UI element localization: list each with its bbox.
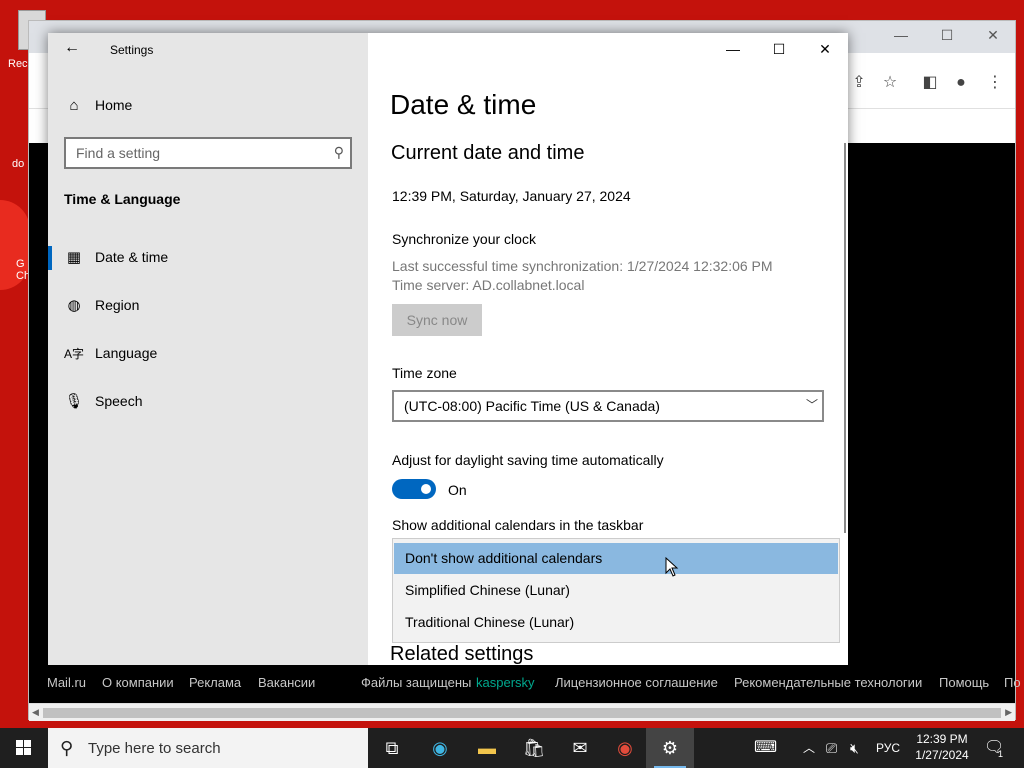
sync-clock-heading: Synchronize your clock	[392, 231, 536, 247]
taskbar-search-placeholder: Type here to search	[88, 740, 221, 757]
horizontal-scrollbar[interactable]: ◀ ▶	[29, 703, 1015, 721]
taskbar-clock[interactable]: 12:39 PM 1/27/2024	[904, 731, 980, 763]
footer-link[interactable]: Реклама	[189, 675, 241, 690]
tray-keyboard-icon[interactable]: ⌨	[754, 728, 777, 768]
bookmark-star-icon[interactable]: ☆	[880, 73, 900, 93]
time-server-text: Time server: AD.collabnet.local	[392, 277, 585, 293]
clock-date: 1/27/2024	[915, 748, 969, 762]
minimize-button[interactable]: —	[710, 33, 756, 65]
tray-volume-muted-icon[interactable]: 🔇︎	[850, 728, 859, 768]
time-zone-label: Time zone	[392, 365, 457, 381]
file-explorer-icon[interactable]: ▬	[463, 728, 511, 768]
kaspersky-logo: kaspersky	[476, 675, 535, 690]
chrome-icon[interactable]: ◉	[601, 728, 649, 768]
selected-indicator	[48, 246, 52, 270]
related-settings-heading: Related settings	[390, 643, 534, 665]
tray-overflow-chevron-icon[interactable]: ︿	[803, 728, 815, 768]
language-icon: A字	[64, 347, 85, 361]
current-datetime-value: 12:39 PM, Saturday, January 27, 2024	[392, 188, 631, 204]
clock-calendar-icon: ▦	[66, 249, 82, 266]
close-button[interactable]: ✕	[802, 33, 848, 65]
nav-home[interactable]: ⌂ Home	[48, 86, 368, 126]
settings-nav-pane: ← Settings ⌂ Home ⚲ Time & Language ▦ Da…	[48, 33, 368, 665]
vertical-scrollbar[interactable]	[844, 143, 846, 533]
sync-now-button[interactable]: Sync now	[392, 304, 482, 336]
footer-link[interactable]: Рекомендательные технологии	[734, 675, 922, 690]
share-icon[interactable]: ⇪	[849, 73, 869, 93]
nav-item-label: Region	[95, 297, 140, 313]
calendar-option[interactable]: Don't show additional calendars	[394, 543, 838, 574]
task-view-icon[interactable]: ⧉	[368, 728, 416, 768]
microphone-icon: 🎙︎	[64, 393, 84, 410]
sidebar-icon[interactable]: ◧	[920, 73, 940, 93]
toggle-knob	[421, 484, 431, 494]
microsoft-store-icon[interactable]: 🛍︎	[510, 728, 558, 768]
settings-content-pane: — ☐ ✕ Date & time Current date and time …	[368, 33, 848, 665]
find-setting-input[interactable]	[76, 144, 316, 162]
scrollbar-thumb[interactable]	[43, 708, 1001, 718]
last-sync-text: Last successful time synchronization: 1/…	[392, 258, 773, 274]
start-button[interactable]	[0, 728, 48, 768]
time-zone-value: (UTC-08:00) Pacific Time (US & Canada)	[404, 398, 660, 414]
browser-close-button[interactable]: ✕	[973, 27, 1013, 47]
additional-calendars-label: Show additional calendars in the taskbar	[392, 517, 644, 533]
scroll-left-icon[interactable]: ◀	[32, 707, 39, 718]
time-zone-dropdown[interactable]: (UTC-08:00) Pacific Time (US & Canada) ﹀	[392, 390, 824, 422]
maximize-button[interactable]: ☐	[756, 33, 802, 65]
footer-link[interactable]: Вакансии	[258, 675, 315, 690]
notification-count-badge: 1	[998, 749, 1004, 759]
nav-section-title: Time & Language	[64, 191, 181, 207]
edge-browser-icon[interactable]: ◉	[416, 728, 464, 768]
dst-toggle-state: On	[448, 482, 467, 498]
footer-link[interactable]: Лицензионное соглашение	[555, 675, 718, 690]
settings-gear-icon[interactable]: ⚙	[646, 728, 694, 768]
mouse-cursor-icon	[665, 557, 679, 577]
nav-item-date-time[interactable]: ▦ Date & time	[48, 238, 368, 278]
browser-minimize-button[interactable]: —	[881, 27, 921, 47]
back-arrow-icon[interactable]: ←	[62, 39, 82, 59]
page-title: Date & time	[390, 89, 537, 120]
nav-item-label: Date & time	[95, 249, 169, 265]
taskbar-search-box[interactable]: ⚲ Type here to search	[48, 728, 368, 768]
nav-item-label: Language	[95, 345, 158, 361]
search-icon: ⚲	[60, 738, 74, 758]
globe-icon: ◍	[67, 297, 81, 314]
home-icon: ⌂	[69, 97, 79, 114]
settings-window: ← Settings ⌂ Home ⚲ Time & Language ▦ Da…	[48, 33, 848, 665]
tray-network-icon[interactable]: ⎚	[826, 728, 837, 768]
browser-maximize-button[interactable]: ☐	[927, 27, 967, 47]
find-setting-search[interactable]: ⚲	[64, 137, 352, 169]
clock-time: 12:39 PM	[916, 732, 968, 746]
search-icon: ⚲	[333, 144, 344, 160]
nav-item-label: Speech	[95, 393, 143, 409]
app-title: Settings	[110, 43, 154, 57]
nav-item-region[interactable]: ◍ Region	[48, 286, 368, 326]
nav-home-label: Home	[95, 97, 133, 113]
recycle-bin-icon[interactable]: Rec	[0, 10, 46, 70]
footer-link[interactable]: О компании	[102, 675, 174, 690]
profile-avatar-icon[interactable]: ●	[951, 73, 971, 93]
mail-icon[interactable]: ✉	[556, 728, 604, 768]
windows-logo-icon	[16, 740, 31, 755]
nav-item-language[interactable]: A字 Language	[48, 334, 368, 374]
calendar-dropdown-list[interactable]: Don't show additional calendars Simplifi…	[392, 538, 840, 643]
footer-text: Файлы защищены	[361, 675, 472, 690]
scroll-right-icon[interactable]: ▶	[1005, 707, 1012, 718]
footer-link[interactable]: По	[1004, 675, 1021, 690]
footer-link[interactable]: Помощь	[939, 675, 989, 690]
taskbar: ⚲ Type here to search ⧉ ◉ ▬ 🛍︎ ✉ ◉ ⚙ ⌨ ︿…	[0, 728, 1024, 768]
input-language-indicator[interactable]: РУС	[876, 728, 900, 768]
calendar-option[interactable]: Simplified Chinese (Lunar)	[394, 575, 838, 606]
dst-label: Adjust for daylight saving time automati…	[392, 452, 664, 468]
browser-menu-icon[interactable]: ⋮	[985, 73, 1005, 93]
dst-toggle[interactable]	[392, 479, 436, 499]
site-footer: Mail.ru О компании Реклама Вакансии Файл…	[29, 665, 1021, 701]
current-date-time-heading: Current date and time	[391, 142, 585, 164]
footer-link[interactable]: Mail.ru	[47, 675, 86, 690]
calendar-option[interactable]: Traditional Chinese (Lunar)	[394, 607, 838, 638]
chevron-down-icon: ﹀	[805, 398, 818, 412]
nav-item-speech[interactable]: 🎙︎ Speech	[48, 382, 368, 422]
